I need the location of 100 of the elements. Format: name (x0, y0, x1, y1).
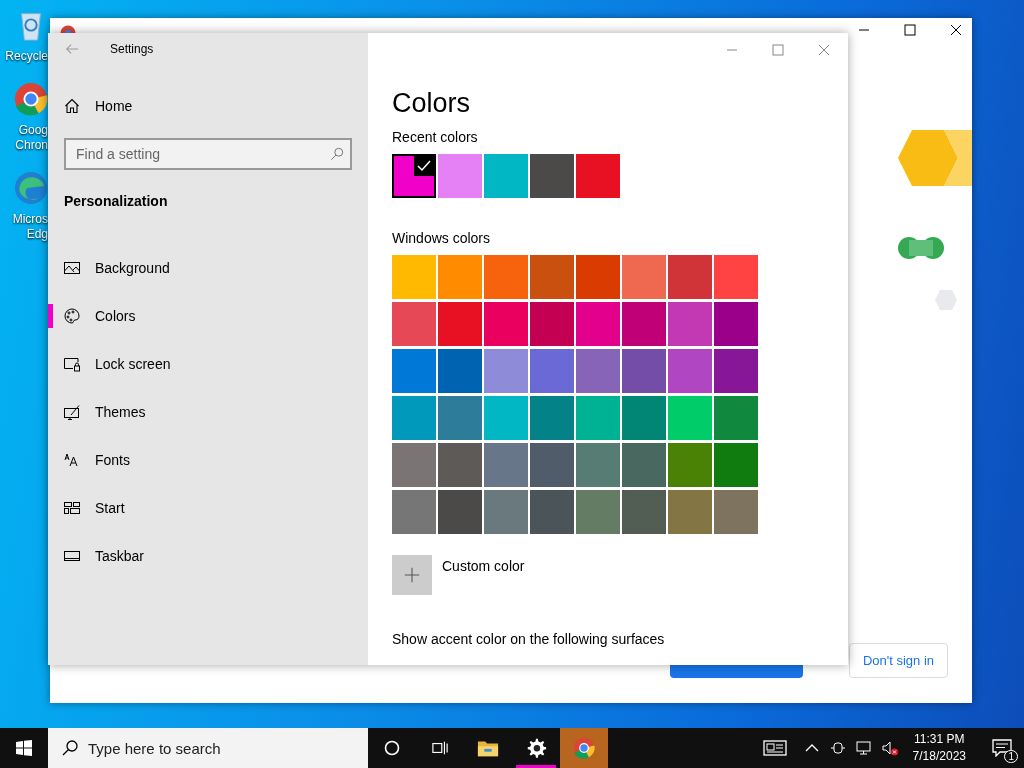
color-swatch[interactable] (668, 255, 712, 299)
color-swatch[interactable] (714, 349, 758, 393)
taskbar-search-field[interactable]: Type here to search (48, 728, 368, 768)
nav-item[interactable]: Start (48, 484, 368, 532)
windows-logo-icon[interactable] (16, 740, 32, 756)
color-swatch[interactable] (484, 255, 528, 299)
color-swatch[interactable] (438, 255, 482, 299)
color-swatch[interactable] (484, 154, 528, 198)
color-swatch[interactable] (714, 255, 758, 299)
tiles-icon (64, 500, 80, 516)
search-icon (330, 147, 344, 161)
circle-icon[interactable] (384, 740, 400, 756)
picture-icon (64, 260, 80, 276)
nav-item[interactable]: Lock screen (48, 340, 368, 388)
color-swatch[interactable] (576, 490, 620, 534)
color-swatch[interactable] (530, 490, 574, 534)
color-swatch[interactable] (484, 349, 528, 393)
section-label: Windows colors (392, 230, 492, 246)
network-icon[interactable] (855, 740, 872, 756)
nav-item[interactable]: Background (48, 244, 368, 292)
custom-color-label[interactable]: Custom color (442, 558, 525, 574)
news-icon[interactable] (762, 740, 787, 756)
maximize-icon[interactable] (904, 24, 916, 36)
search-field[interactable]: Find a setting (64, 138, 352, 170)
color-swatch[interactable] (668, 349, 712, 393)
taskbar-icon (64, 548, 80, 564)
color-swatch[interactable] (668, 396, 712, 440)
gear-icon (525, 737, 547, 759)
color-swatch[interactable] (576, 302, 620, 346)
section-label: Show accent color on the following surfaces (392, 631, 666, 647)
color-swatch[interactable] (576, 443, 620, 487)
color-swatch[interactable] (530, 154, 574, 198)
color-swatch[interactable] (484, 490, 528, 534)
color-swatch[interactable] (392, 255, 436, 299)
nav-item[interactable]: Taskbar (48, 532, 368, 580)
palette-icon (64, 308, 80, 324)
color-swatch[interactable] (530, 255, 574, 299)
color-swatch[interactable] (622, 443, 666, 487)
home-icon (64, 98, 80, 114)
checkmark-icon (414, 156, 434, 176)
back-arrow-icon[interactable] (65, 42, 79, 56)
add-custom-color-button[interactable] (392, 555, 432, 595)
brush-icon (64, 404, 80, 420)
close-icon[interactable] (950, 24, 962, 36)
color-swatch[interactable] (668, 302, 712, 346)
section-heading: Personalization (64, 193, 169, 209)
color-swatch[interactable] (392, 443, 436, 487)
color-swatch[interactable] (530, 443, 574, 487)
color-swatch[interactable] (668, 443, 712, 487)
toggle-drawing (898, 237, 944, 259)
color-swatch[interactable] (438, 396, 482, 440)
color-swatch[interactable] (714, 490, 758, 534)
nav-item[interactable]: Fonts (48, 436, 368, 484)
color-swatch[interactable] (484, 443, 528, 487)
color-swatch[interactable] (484, 396, 528, 440)
color-swatch[interactable] (622, 302, 666, 346)
color-swatch[interactable] (576, 396, 620, 440)
color-swatch[interactable] (438, 490, 482, 534)
color-swatch[interactable] (668, 490, 712, 534)
color-swatch[interactable] (530, 349, 574, 393)
window-title: Settings (110, 42, 154, 56)
color-swatch[interactable] (438, 443, 482, 487)
color-swatch[interactable] (714, 302, 758, 346)
color-swatch[interactable] (392, 490, 436, 534)
color-swatch[interactable] (530, 396, 574, 440)
notification-badge: 1 (1004, 750, 1018, 763)
color-swatch[interactable] (714, 396, 758, 440)
muted-speaker-icon[interactable] (881, 740, 898, 756)
edge-icon[interactable] (14, 171, 48, 205)
color-swatch[interactable] (438, 349, 482, 393)
clock-time[interactable]: 11:31 PM (914, 731, 965, 748)
section-label: Recent colors (392, 129, 479, 145)
color-swatch[interactable] (622, 349, 666, 393)
nav-item[interactable]: Themes (48, 388, 368, 436)
page-heading: Colors (392, 88, 472, 119)
color-swatch[interactable] (576, 255, 620, 299)
lock-screen-icon (64, 356, 80, 372)
color-swatch[interactable] (392, 396, 436, 440)
sign-in-button[interactable] (670, 665, 803, 678)
color-swatch[interactable] (484, 302, 528, 346)
color-swatch[interactable] (622, 255, 666, 299)
color-swatch[interactable] (392, 154, 436, 198)
color-swatch[interactable] (622, 396, 666, 440)
home-nav-item[interactable]: Home (48, 82, 368, 130)
device-icon[interactable] (829, 740, 846, 756)
task-view-icon[interactable] (432, 740, 448, 756)
color-swatch[interactable] (392, 302, 436, 346)
plus-icon (403, 566, 421, 584)
search-icon (62, 740, 78, 756)
color-swatch[interactable] (438, 154, 482, 198)
color-swatch[interactable] (392, 349, 436, 393)
color-swatch[interactable] (714, 443, 758, 487)
dont-sign-in-button[interactable]: Don't sign in (849, 643, 948, 678)
color-swatch[interactable] (576, 154, 620, 198)
color-swatch[interactable] (438, 302, 482, 346)
font-icon (64, 452, 80, 468)
color-swatch[interactable] (576, 349, 620, 393)
color-swatch[interactable] (622, 490, 666, 534)
color-swatch[interactable] (530, 302, 574, 346)
clock-date[interactable]: 7/18/2023 (912, 748, 966, 765)
